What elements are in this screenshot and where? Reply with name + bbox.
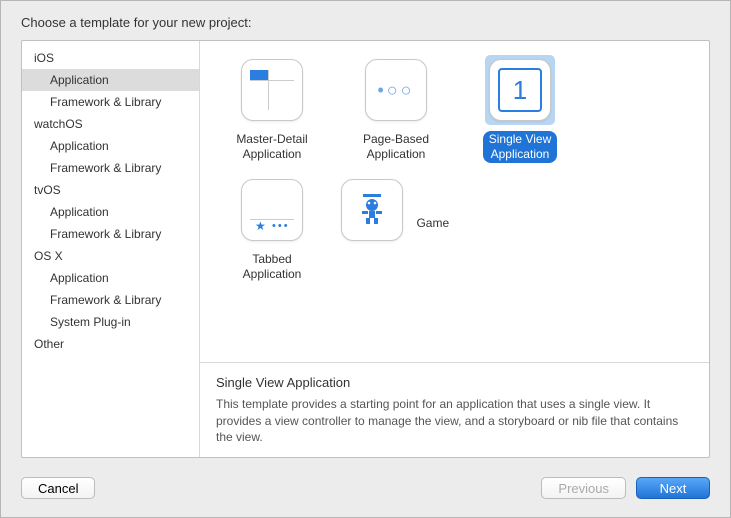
sidebar-item-ios-framework[interactable]: Framework & Library bbox=[22, 91, 199, 113]
template-single-view[interactable]: 1 Single View Application bbox=[458, 55, 582, 163]
sidebar-group-osx[interactable]: OS X bbox=[22, 245, 199, 267]
template-label: Tabbed Application bbox=[237, 251, 308, 283]
template-master-detail[interactable]: Master-Detail Application bbox=[210, 55, 334, 163]
description-title: Single View Application bbox=[216, 375, 693, 390]
template-game[interactable]: Game bbox=[334, 175, 458, 283]
sidebar-item-watchos-framework[interactable]: Framework & Library bbox=[22, 157, 199, 179]
template-grid: Master-Detail Application •○○ Page-Based… bbox=[200, 41, 709, 362]
tabbed-icon: ★••• bbox=[241, 179, 303, 241]
cancel-button[interactable]: Cancel bbox=[21, 477, 95, 499]
template-description: Single View Application This template pr… bbox=[200, 362, 709, 457]
sidebar-group-watchos[interactable]: watchOS bbox=[22, 113, 199, 135]
master-detail-icon bbox=[241, 59, 303, 121]
sidebar-item-osx-system-plugin[interactable]: System Plug-in bbox=[22, 311, 199, 333]
sidebar-group-ios[interactable]: iOS bbox=[22, 47, 199, 69]
platform-sidebar: iOS Application Framework & Library watc… bbox=[22, 41, 200, 457]
dialog-footer: Cancel Previous Next bbox=[1, 465, 730, 517]
template-label: Game bbox=[410, 215, 455, 232]
sidebar-item-osx-framework[interactable]: Framework & Library bbox=[22, 289, 199, 311]
template-label: Master-Detail Application bbox=[230, 131, 313, 163]
single-view-icon: 1 bbox=[489, 59, 551, 121]
template-page-based[interactable]: •○○ Page-Based Application bbox=[334, 55, 458, 163]
dialog-header: Choose a template for your new project: bbox=[1, 1, 730, 40]
sidebar-item-osx-application[interactable]: Application bbox=[22, 267, 199, 289]
sidebar-item-ios-application[interactable]: Application bbox=[22, 69, 199, 91]
game-icon bbox=[341, 179, 403, 241]
previous-button: Previous bbox=[541, 477, 626, 499]
description-text: This template provides a starting point … bbox=[216, 396, 693, 445]
template-label: Page-Based Application bbox=[357, 131, 435, 163]
main-panel: Master-Detail Application •○○ Page-Based… bbox=[200, 41, 709, 457]
content-area: iOS Application Framework & Library watc… bbox=[21, 40, 710, 458]
template-label: Single View Application bbox=[483, 131, 557, 163]
page-based-icon: •○○ bbox=[365, 59, 427, 121]
sidebar-item-tvos-framework[interactable]: Framework & Library bbox=[22, 223, 199, 245]
sidebar-item-watchos-application[interactable]: Application bbox=[22, 135, 199, 157]
sidebar-group-tvos[interactable]: tvOS bbox=[22, 179, 199, 201]
sidebar-group-other[interactable]: Other bbox=[22, 333, 199, 355]
sidebar-item-tvos-application[interactable]: Application bbox=[22, 201, 199, 223]
next-button[interactable]: Next bbox=[636, 477, 710, 499]
dialog-title: Choose a template for your new project: bbox=[21, 15, 252, 30]
template-tabbed[interactable]: ★••• Tabbed Application bbox=[210, 175, 334, 283]
